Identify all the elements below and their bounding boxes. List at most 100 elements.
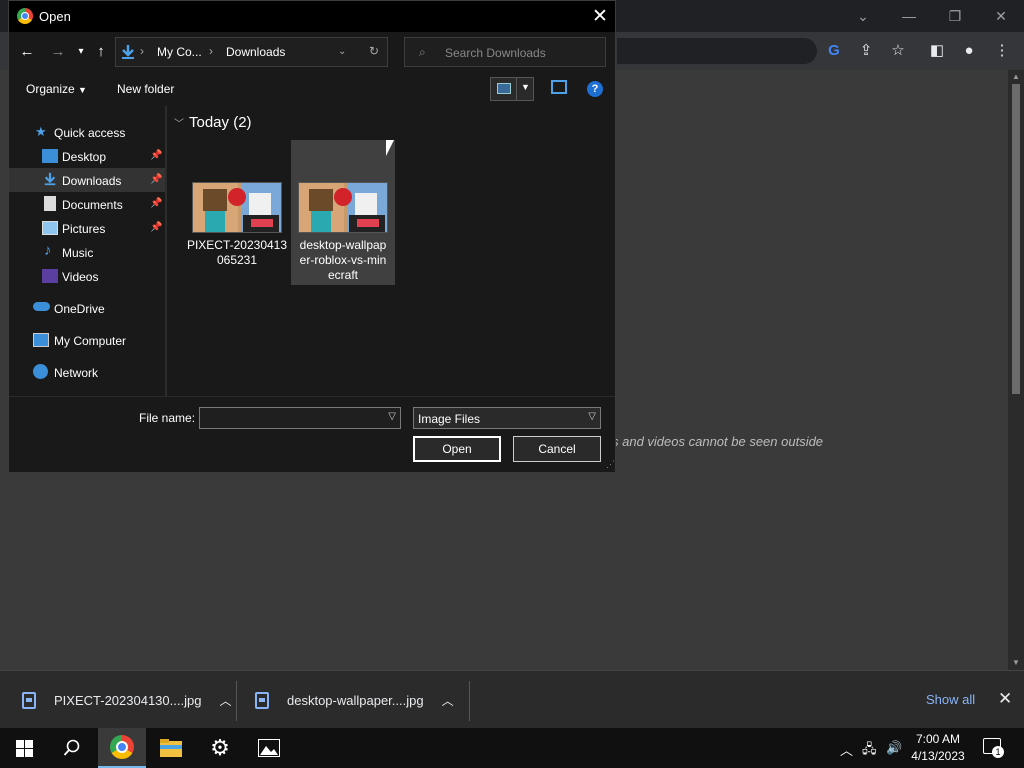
breadcrumb-my-computer[interactable]: My Co... (157, 45, 202, 59)
tab-search-icon[interactable]: ⌄ (852, 6, 874, 26)
download-item[interactable]: desktop-wallpaper....jpg ︿ (255, 679, 454, 721)
computer-icon (33, 333, 49, 347)
close-icon[interactable]: ✕ (998, 689, 1012, 709)
clock-time: 7:00 AM (915, 732, 961, 746)
file-item[interactable]: PIXECT-20230413 065231 (185, 140, 289, 285)
recent-locations-icon[interactable]: ▾ (72, 42, 90, 62)
taskbar-file-explorer[interactable] (147, 728, 195, 768)
star-icon: ★ (35, 124, 47, 139)
chrome-icon (17, 8, 33, 24)
chevron-up-icon[interactable]: ︿ (442, 692, 454, 709)
mouse-cursor (386, 140, 398, 156)
refresh-icon[interactable]: ↻ (369, 44, 379, 58)
group-header[interactable]: Today (2) (189, 114, 252, 131)
breadcrumb-downloads[interactable]: Downloads (226, 45, 285, 59)
network-icon[interactable]: 🖧 (862, 740, 877, 762)
notification-icon[interactable]: 1 (983, 738, 1004, 758)
nav-label: Music (62, 246, 94, 260)
search-field[interactable]: ⌕ Search Downloads (404, 37, 606, 67)
restore-icon[interactable]: ❐ (944, 6, 966, 26)
scroll-down-icon[interactable]: ▼ (1008, 656, 1024, 670)
chevron-right-icon[interactable]: › (209, 44, 213, 58)
search-button[interactable] (48, 728, 96, 768)
nav-videos[interactable]: Videos (9, 264, 165, 288)
clock-date: 4/13/2023 (911, 749, 965, 763)
chevron-down-icon[interactable]: ▽ (388, 411, 396, 422)
pin-icon[interactable]: 📌 (150, 198, 162, 209)
file-type-value: Image Files (418, 412, 481, 426)
nav-network[interactable]: Network (9, 360, 165, 384)
change-view-button[interactable]: ▼ (490, 77, 534, 101)
profile-icon[interactable]: ● (959, 41, 979, 61)
pin-icon[interactable]: 📌 (150, 222, 162, 233)
chevron-up-icon[interactable]: ︿ (219, 692, 231, 709)
address-bar[interactable]: › My Co... › Downloads ⌄ ↻ (115, 37, 388, 67)
pin-icon[interactable]: 📌 (150, 150, 162, 161)
close-icon[interactable]: ✕ (592, 5, 608, 28)
nav-desktop[interactable]: Desktop 📌 (9, 144, 165, 168)
divider (236, 681, 237, 721)
page-scrollbar[interactable]: ▲ ▼ (1008, 70, 1024, 670)
nav-music[interactable]: ♪ Music (9, 240, 165, 264)
file-name: desktop-wallpap er-roblox-vs-min ecraft (291, 238, 395, 283)
preview-pane-icon[interactable] (551, 80, 567, 94)
file-name-line: 065231 (216, 253, 258, 267)
resize-grip-icon[interactable]: ⋰ (606, 459, 615, 470)
file-type-select[interactable]: Image Files ▽ (413, 407, 601, 429)
scroll-thumb[interactable] (1012, 84, 1020, 394)
show-all-button[interactable]: Show all (926, 692, 975, 707)
taskbar-chrome[interactable] (98, 728, 146, 768)
navigation-bar: ← → ▾ ↑ › My Co... › Downloads ⌄ ↻ ⌕ Sea… (9, 32, 615, 72)
bookmark-star-icon[interactable]: ☆ (888, 41, 908, 61)
nav-label: OneDrive (54, 302, 105, 316)
notification-count: 1 (992, 746, 1004, 758)
download-item[interactable]: PIXECT-202304130....jpg ︿ (22, 679, 231, 721)
chevron-down-icon[interactable]: ﹀ (174, 115, 184, 130)
network-icon (33, 364, 48, 379)
clock[interactable]: 7:00 AM 4/13/2023 (900, 731, 976, 765)
taskbar-photos[interactable] (245, 728, 293, 768)
omnibox[interactable] (617, 38, 817, 64)
chevron-down-icon[interactable]: ⌄ (338, 46, 346, 57)
organize-label: Organize (26, 82, 75, 96)
pictures-icon (42, 221, 58, 235)
side-panel-icon[interactable]: ◧ (927, 41, 947, 61)
help-icon[interactable]: ? (587, 81, 603, 97)
nav-my-computer[interactable]: My Computer (9, 328, 165, 352)
nav-label: Quick access (54, 126, 126, 140)
new-folder-button[interactable]: New folder (117, 82, 174, 96)
file-name-line: PIXECT-20230413 (186, 238, 288, 252)
nav-onedrive[interactable]: OneDrive (9, 296, 165, 320)
nav-downloads[interactable]: Downloads 📌 (9, 168, 165, 192)
menu-icon[interactable]: ⋮ (992, 41, 1012, 61)
organize-button[interactable]: Organize ▼ (26, 82, 87, 96)
forward-icon[interactable]: → (49, 42, 67, 62)
nav-pictures[interactable]: Pictures 📌 (9, 216, 165, 240)
pin-icon[interactable]: 📌 (150, 174, 162, 185)
file-item[interactable]: desktop-wallpap er-roblox-vs-min ecraft (291, 140, 395, 285)
start-button[interactable] (0, 728, 48, 768)
back-icon[interactable]: ← (18, 42, 36, 62)
chevron-up-icon[interactable]: ︿ (840, 740, 853, 759)
open-button[interactable]: Open (413, 436, 501, 462)
image-file-icon (22, 691, 36, 709)
scroll-up-icon[interactable]: ▲ (1008, 70, 1024, 84)
divider (469, 681, 470, 721)
file-name-input[interactable]: ▽ (199, 407, 401, 429)
downloads-icon (44, 172, 56, 186)
google-icon[interactable]: G (824, 41, 844, 61)
chevron-down-icon[interactable]: ▼ (521, 82, 530, 92)
nav-quick-access[interactable]: ★ Quick access (9, 120, 165, 144)
share-icon[interactable]: ⇪ (856, 41, 876, 61)
nav-documents[interactable]: Documents 📌 (9, 192, 165, 216)
up-icon[interactable]: ↑ (92, 42, 110, 62)
minimize-icon[interactable]: — (898, 6, 920, 26)
downloads-icon (122, 45, 134, 59)
download-name: PIXECT-202304130....jpg (54, 692, 202, 708)
cancel-button[interactable]: Cancel (513, 436, 601, 462)
file-name-line: ecraft (327, 268, 358, 282)
taskbar-settings[interactable]: ⚙ (196, 728, 244, 768)
view-icon (497, 83, 511, 94)
dialog-titlebar: Open ✕ (9, 1, 615, 32)
close-window-icon[interactable]: ✕ (990, 6, 1012, 26)
